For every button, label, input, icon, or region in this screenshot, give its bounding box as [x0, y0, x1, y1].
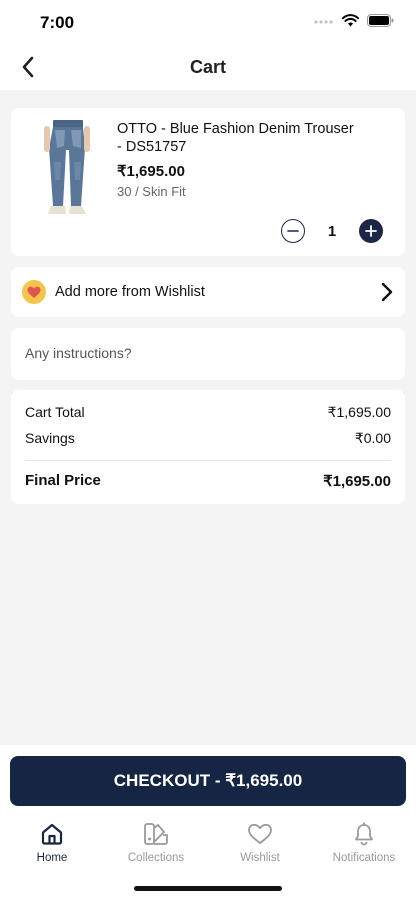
tab-notifications[interactable]: Notifications — [312, 820, 416, 870]
tab-home-label: Home — [36, 852, 68, 864]
savings-value: ₹0.00 — [354, 430, 391, 446]
summary-divider — [25, 460, 391, 461]
price-summary-card: Cart Total ₹1,695.00 Savings ₹0.00 Final… — [11, 390, 405, 504]
tab-collections[interactable]: Collections — [104, 820, 208, 870]
status-icons — [314, 14, 394, 27]
tab-wishlist[interactable]: Wishlist — [208, 820, 312, 870]
tab-home[interactable]: Home — [0, 820, 104, 870]
bell-icon — [355, 822, 373, 846]
home-icon — [41, 823, 63, 845]
cellular-signal-icon — [314, 19, 333, 24]
nav-bar: Cart — [0, 44, 416, 90]
tab-wishlist-label: Wishlist — [240, 852, 280, 864]
cart-total-value: ₹1,695.00 — [327, 404, 391, 420]
product-name[interactable]: OTTO - Blue Fashion Denim Trouser - DS51… — [117, 120, 357, 156]
product-image[interactable] — [31, 118, 103, 216]
add-from-wishlist-row[interactable]: Add more from Wishlist — [11, 267, 405, 317]
tab-bar: Home Collections Wishlist Notifications — [0, 820, 416, 870]
heart-icon — [27, 286, 41, 298]
page-title: Cart — [189, 57, 226, 77]
minus-icon — [287, 230, 299, 232]
product-variant: 30 / Skin Fit — [117, 184, 186, 199]
cart-total-label: Cart Total — [25, 404, 85, 420]
tab-collections-label: Collections — [127, 852, 185, 864]
savings-label: Savings — [25, 430, 75, 446]
bottom-area: CHECKOUT - ₹1,695.00 Home Collections Wi… — [0, 745, 416, 900]
wifi-icon — [342, 14, 359, 27]
quantity-value: 1 — [327, 222, 337, 240]
savings-row: Savings ₹0.00 — [25, 430, 391, 447]
plus-icon — [365, 225, 377, 237]
cart-total-row: Cart Total ₹1,695.00 — [25, 404, 391, 421]
final-price-label: Final Price — [25, 472, 101, 489]
status-bar: 7:00 — [0, 0, 416, 44]
wishlist-heart-badge — [22, 280, 46, 304]
cart-item-card: OTTO - Blue Fashion Denim Trouser - DS51… — [11, 108, 405, 256]
product-price: ₹1,695.00 — [117, 163, 185, 180]
home-indicator — [134, 886, 282, 891]
quantity-stepper: 1 — [281, 219, 383, 243]
instructions-input[interactable] — [25, 345, 385, 361]
decrease-quantity-button[interactable] — [281, 219, 305, 243]
instructions-card — [11, 328, 405, 380]
battery-icon — [367, 14, 394, 27]
heart-outline-icon — [248, 823, 272, 844]
increase-quantity-button[interactable] — [359, 219, 383, 243]
final-price-value: ₹1,695.00 — [323, 473, 391, 490]
collections-icon — [144, 823, 168, 845]
status-time: 7:00 — [40, 13, 75, 32]
checkout-button[interactable]: CHECKOUT - ₹1,695.00 — [10, 756, 406, 806]
chevron-right-icon — [381, 282, 393, 302]
wishlist-row-label: Add more from Wishlist — [55, 284, 205, 300]
final-price-row: Final Price ₹1,695.00 — [25, 472, 391, 490]
tab-notifications-label: Notifications — [332, 852, 396, 864]
